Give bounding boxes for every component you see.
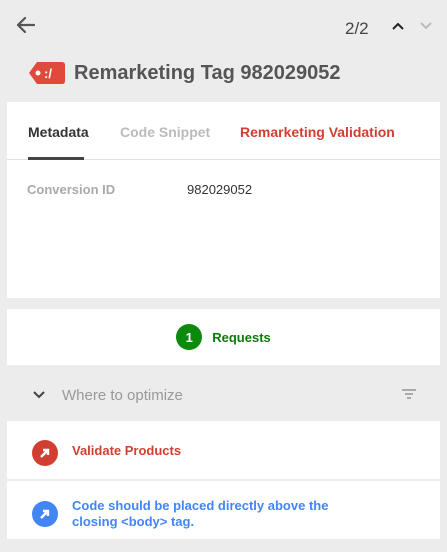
chevron-up-icon xyxy=(392,22,404,30)
page-title: Remarketing Tag 982029052 xyxy=(74,61,341,84)
arrow-diagonal-icon xyxy=(32,501,58,527)
list-item[interactable]: Code should be placed directly above the… xyxy=(7,481,440,539)
arrow-diagonal-icon xyxy=(32,440,58,466)
tab-code-snippet[interactable]: Code Snippet xyxy=(120,124,210,140)
where-to-optimize-header[interactable]: Where to optimize xyxy=(0,375,447,415)
requests-card[interactable]: 1 Requests xyxy=(7,309,440,365)
validate-products-text: Validate Products xyxy=(72,443,182,458)
conversion-id-value: 982029052 xyxy=(187,182,253,197)
chevron-down-icon xyxy=(420,22,432,30)
next-button[interactable] xyxy=(416,16,436,36)
list-item[interactable]: Validate Products xyxy=(7,421,440,479)
tag-icon: :/ xyxy=(29,62,65,84)
conversion-id-label: Conversion ID xyxy=(27,182,116,197)
expand-chevron-icon[interactable] xyxy=(30,386,48,404)
filter-icon[interactable] xyxy=(400,385,418,403)
back-button[interactable] xyxy=(14,13,38,37)
title-row: :/ Remarketing Tag 982029052 xyxy=(28,56,437,90)
where-to-optimize-label: Where to optimize xyxy=(62,387,183,404)
top-bar: 2/2 xyxy=(0,0,447,52)
tab-metadata[interactable]: Metadata xyxy=(28,124,89,140)
back-arrow-icon xyxy=(17,17,35,33)
tab-bar: Metadata Code Snippet Remarketing Valida… xyxy=(7,102,440,160)
tag-icon-text: :/ xyxy=(44,66,52,81)
pager-count: 2/2 xyxy=(345,19,369,38)
tab-remarketing-validation[interactable]: Remarketing Validation xyxy=(240,124,395,140)
requests-label: Requests xyxy=(212,329,271,345)
previous-button[interactable] xyxy=(388,16,408,36)
active-tab-indicator xyxy=(28,157,84,160)
requests-count-badge: 1 xyxy=(176,324,203,350)
code-placement-text: Code should be placed directly above the… xyxy=(72,498,329,529)
metadata-card: Metadata Code Snippet Remarketing Valida… xyxy=(7,102,440,298)
